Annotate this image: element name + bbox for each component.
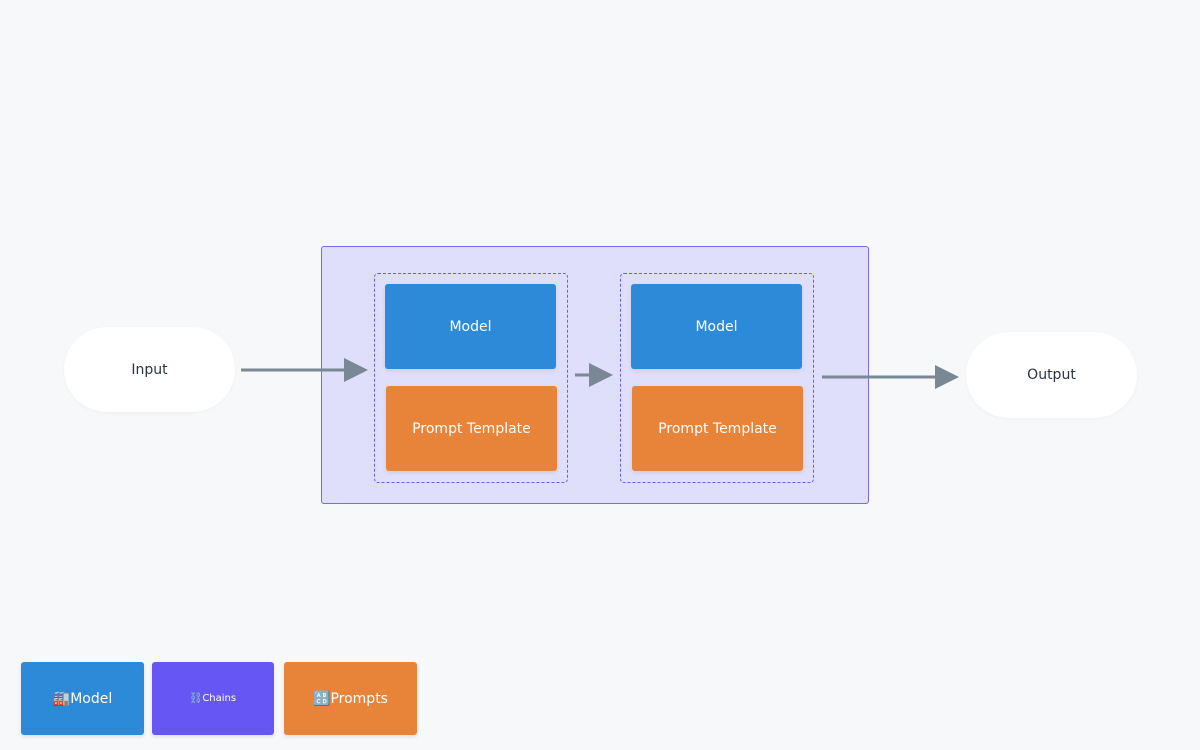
legend-chains[interactable]: ⛓️ Chains — [152, 662, 274, 735]
legend-prompts-label: Prompts — [330, 690, 388, 707]
chain-icon: ⛓️ — [189, 693, 203, 704]
arrows — [241, 358, 959, 389]
legend-prompts[interactable]: 🔠 Prompts — [284, 662, 417, 735]
legend-chains-label: Chains — [202, 693, 237, 704]
legend-model[interactable]: 🏭 Model — [21, 662, 144, 735]
legend-model-label: Model — [70, 690, 113, 707]
abcd-icon: 🔠 — [313, 690, 331, 707]
factory-icon: 🏭 — [52, 690, 71, 707]
